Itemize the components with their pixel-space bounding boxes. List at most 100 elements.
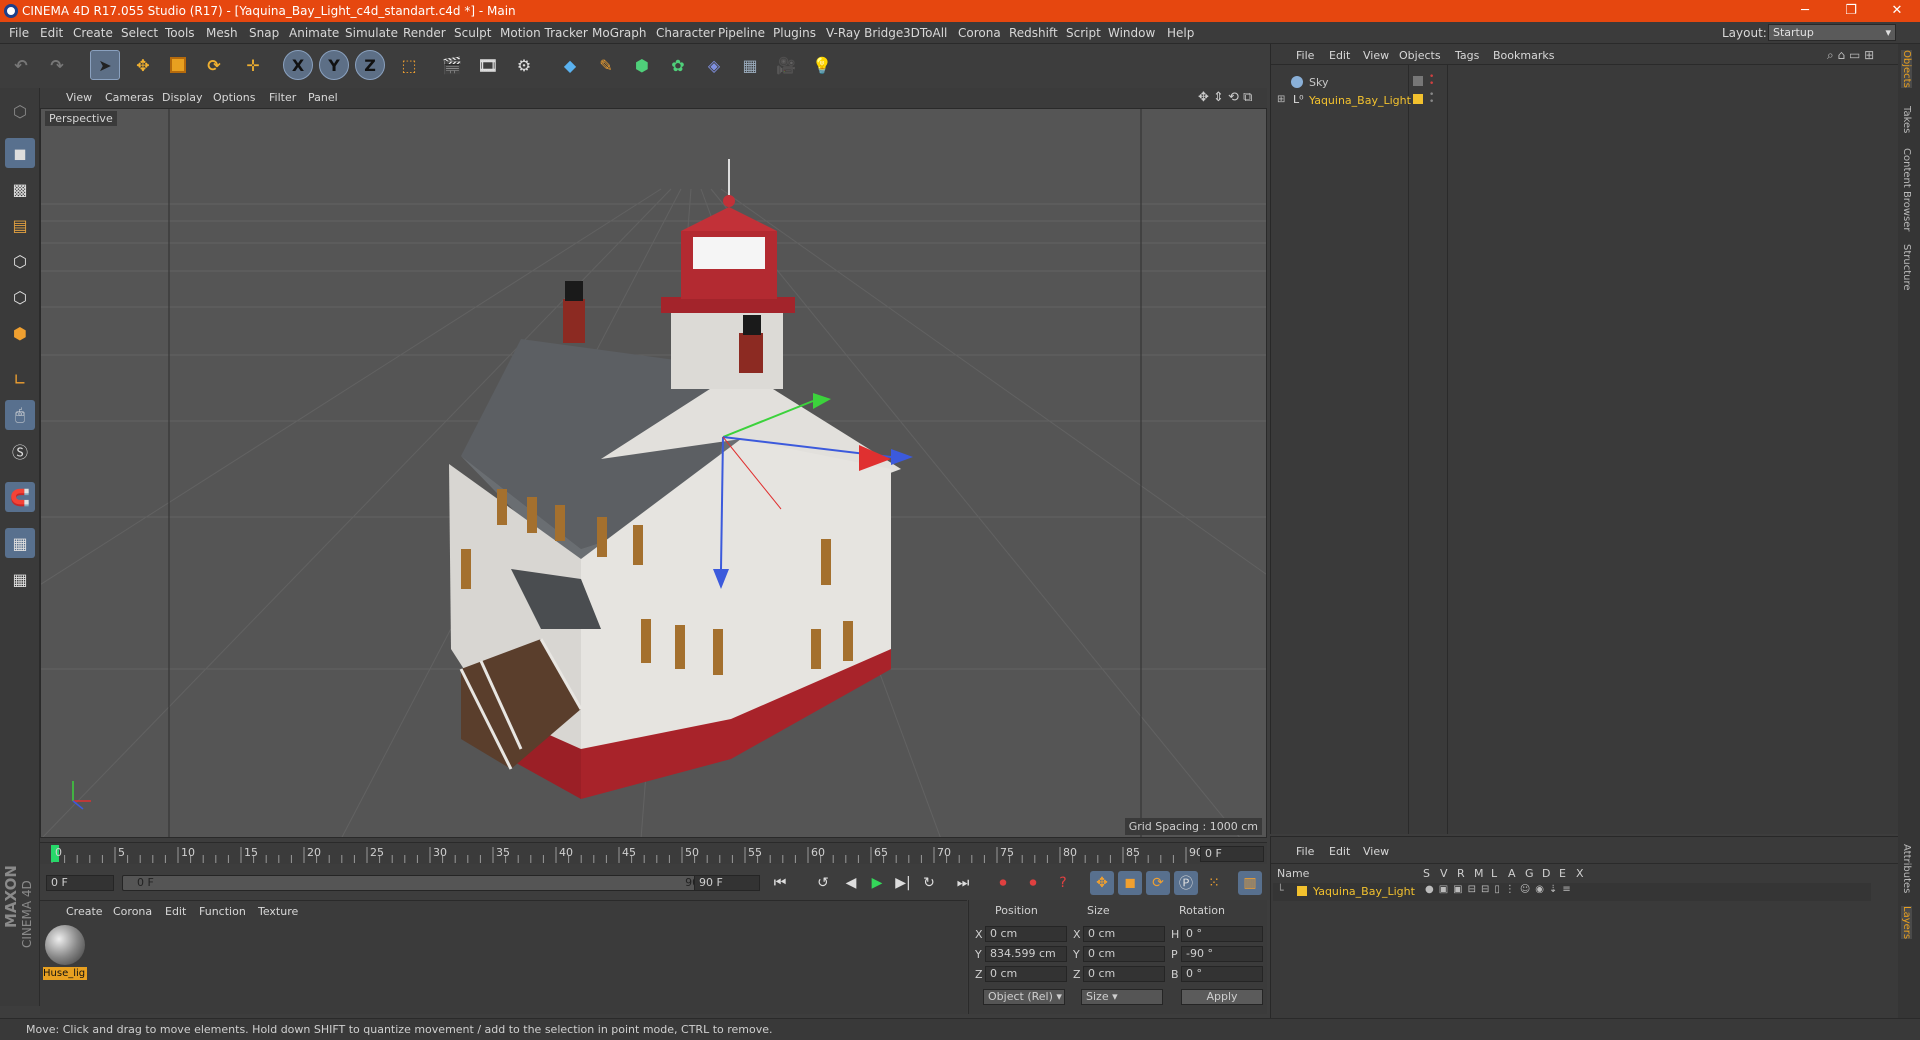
light-icon[interactable]: 💡 bbox=[807, 50, 837, 80]
render-view-icon[interactable]: 🎬 bbox=[437, 50, 467, 80]
objects-menu-edit[interactable]: Edit bbox=[1329, 49, 1350, 62]
undo-icon[interactable]: ↶ bbox=[6, 50, 36, 80]
menu-script[interactable]: Script bbox=[1066, 26, 1101, 40]
z-axis-lock-button[interactable]: Z bbox=[355, 50, 385, 80]
tab-structure[interactable]: Structure bbox=[1901, 244, 1912, 291]
pos-y-field[interactable]: 834.599 cm bbox=[985, 946, 1067, 962]
deformer-icon[interactable]: ◈ bbox=[699, 50, 729, 80]
tab-content-browser[interactable]: Content Browser bbox=[1901, 148, 1912, 231]
select-tool-icon[interactable]: ➤ bbox=[90, 50, 120, 80]
layers-menu-view[interactable]: View bbox=[1363, 845, 1389, 858]
objects-menu-view[interactable]: View bbox=[1363, 49, 1389, 62]
menu-sculpt[interactable]: Sculpt bbox=[454, 26, 491, 40]
menu-edit[interactable]: Edit bbox=[40, 26, 63, 40]
snap-magnet-icon[interactable]: 🧲 bbox=[5, 482, 35, 512]
object-row-sky[interactable]: Sky • • bbox=[1273, 73, 1893, 92]
floor-scene-icon[interactable]: ▦ bbox=[735, 50, 765, 80]
layer-column-s[interactable]: S bbox=[1423, 867, 1430, 880]
key-scale-icon[interactable]: ◼ bbox=[1118, 871, 1142, 895]
coord-mode-select[interactable]: Object (Rel) ▾ bbox=[983, 989, 1065, 1005]
menu-create[interactable]: Create bbox=[73, 26, 113, 40]
menu-pipeline[interactable]: Pipeline bbox=[718, 26, 765, 40]
y-axis-lock-button[interactable]: Y bbox=[319, 50, 349, 80]
lock-workplane-icon[interactable]: ▦ bbox=[5, 528, 35, 558]
render-picture-viewer-icon[interactable]: 🎞 bbox=[473, 50, 503, 80]
move-tool-icon[interactable]: ✥ bbox=[128, 50, 158, 80]
timeline-window-icon[interactable]: ▥ bbox=[1238, 871, 1262, 895]
key-position-icon[interactable]: ✥ bbox=[1090, 871, 1114, 895]
layers-menu-file[interactable]: File bbox=[1296, 845, 1314, 858]
material-menu-texture[interactable]: Texture bbox=[258, 905, 298, 918]
material-menu-corona[interactable]: Corona bbox=[113, 905, 152, 918]
objects-menu-bookmarks[interactable]: Bookmarks bbox=[1493, 49, 1554, 62]
material-menu-function[interactable]: Function bbox=[199, 905, 246, 918]
tab-attributes[interactable]: Attributes bbox=[1901, 844, 1912, 893]
material-item[interactable]: Huse_lig bbox=[43, 925, 87, 985]
objects-menu-objects[interactable]: Objects bbox=[1399, 49, 1441, 62]
next-key-icon[interactable]: ↻ bbox=[917, 871, 941, 895]
layer-column-e[interactable]: E bbox=[1559, 867, 1566, 880]
menu-redshift[interactable]: Redshift bbox=[1009, 26, 1058, 40]
menu-render[interactable]: Render bbox=[403, 26, 446, 40]
close-button[interactable]: ✕ bbox=[1874, 0, 1920, 22]
layer-column-r[interactable]: R bbox=[1457, 867, 1465, 880]
menu-3dtoall[interactable]: 3DToAll bbox=[903, 26, 947, 40]
record-keyframe-icon[interactable]: ⏺ bbox=[991, 871, 1015, 895]
layer-column-m[interactable]: M bbox=[1474, 867, 1484, 880]
rot-h-field[interactable]: 0 ° bbox=[1181, 926, 1263, 942]
autokey-icon[interactable]: ⏺ bbox=[1021, 871, 1045, 895]
model-mode-icon[interactable]: ◼ bbox=[5, 138, 35, 168]
tab-objects[interactable]: Objects bbox=[1901, 50, 1912, 88]
viewport-navigation-icons[interactable]: ✥ ⇕ ⟲ ⧉ bbox=[1198, 90, 1252, 105]
menu-snap[interactable]: Snap bbox=[249, 26, 279, 40]
object-row-yaquina[interactable]: ⊞ L⁰ Yaquina_Bay_Light • • bbox=[1273, 91, 1893, 110]
menu-simulate[interactable]: Simulate bbox=[345, 26, 398, 40]
redo-icon[interactable]: ↷ bbox=[42, 50, 72, 80]
layer-row-yaquina[interactable]: └ Yaquina_Bay_Light ●▣▣⊟⊟▯⋮☺◉⇣≡ bbox=[1273, 883, 1871, 901]
polygons-mode-icon[interactable]: ⬢ bbox=[5, 318, 35, 348]
menu-vray-bridge[interactable]: V-Ray Bridge bbox=[826, 26, 903, 40]
play-icon[interactable]: ▶ bbox=[865, 871, 889, 895]
keyframe-selection-icon[interactable]: ? bbox=[1051, 871, 1075, 895]
scale-tool-icon[interactable] bbox=[163, 50, 193, 80]
objects-menu-file[interactable]: File bbox=[1296, 49, 1314, 62]
coordinate-system-icon[interactable]: ⬚ bbox=[394, 50, 424, 80]
minimize-button[interactable]: ─ bbox=[1782, 0, 1828, 22]
pos-x-field[interactable]: 0 cm bbox=[985, 926, 1067, 942]
viewport-menu-display[interactable]: Display bbox=[162, 91, 203, 104]
viewport-menu-view[interactable]: View bbox=[66, 91, 92, 104]
make-editable-icon[interactable]: ⬡ bbox=[5, 96, 35, 126]
layer-column-v[interactable]: V bbox=[1440, 867, 1448, 880]
tab-takes[interactable]: Takes bbox=[1901, 106, 1912, 133]
step-back-icon[interactable]: ◀ bbox=[839, 871, 863, 895]
rot-p-field[interactable]: -90 ° bbox=[1181, 946, 1263, 962]
previous-key-icon[interactable]: ↺ bbox=[811, 871, 835, 895]
key-parameter-icon[interactable]: Ⓟ bbox=[1174, 871, 1198, 895]
viewport-menu-panel[interactable]: Panel bbox=[308, 91, 338, 104]
menu-character[interactable]: Character bbox=[656, 26, 715, 40]
step-forward-icon[interactable]: ▶| bbox=[891, 871, 915, 895]
viewport-menu-cameras[interactable]: Cameras bbox=[105, 91, 154, 104]
material-menu-edit[interactable]: Edit bbox=[165, 905, 186, 918]
cube-object-icon[interactable]: ◆ bbox=[555, 50, 585, 80]
menu-select[interactable]: Select bbox=[121, 26, 158, 40]
maximize-button[interactable]: ❐ bbox=[1828, 0, 1874, 22]
transform-tool-icon[interactable]: ✛ bbox=[238, 50, 268, 80]
layer-column-g[interactable]: G bbox=[1525, 867, 1534, 880]
menu-window[interactable]: Window bbox=[1108, 26, 1155, 40]
edges-mode-icon[interactable]: ⬡ bbox=[5, 282, 35, 312]
menu-mograph[interactable]: MoGraph bbox=[592, 26, 647, 40]
frame-range-slider[interactable]: 0 F 90 F bbox=[122, 875, 724, 891]
menu-corona[interactable]: Corona bbox=[958, 26, 1001, 40]
size-y-field[interactable]: 0 cm bbox=[1083, 946, 1165, 962]
solo-mode-icon[interactable]: Ⓢ bbox=[5, 436, 35, 466]
layer-toggle-icons[interactable]: ●▣▣⊟⊟▯⋮☺◉⇣≡ bbox=[1425, 884, 1576, 895]
menu-plugins[interactable]: Plugins bbox=[773, 26, 816, 40]
layer-column-a[interactable]: A bbox=[1508, 867, 1516, 880]
key-pla-icon[interactable]: ⁙ bbox=[1202, 871, 1226, 895]
camera-icon[interactable]: 🎥 bbox=[771, 50, 801, 80]
workplane-mode-icon[interactable]: ▤ bbox=[5, 210, 35, 240]
objects-search-icons[interactable]: ⌕ ⌂ ▭ ⊞ bbox=[1827, 48, 1874, 63]
pen-spline-icon[interactable]: ✎ bbox=[591, 50, 621, 80]
size-mode-select[interactable]: Size ▾ bbox=[1081, 989, 1163, 1005]
